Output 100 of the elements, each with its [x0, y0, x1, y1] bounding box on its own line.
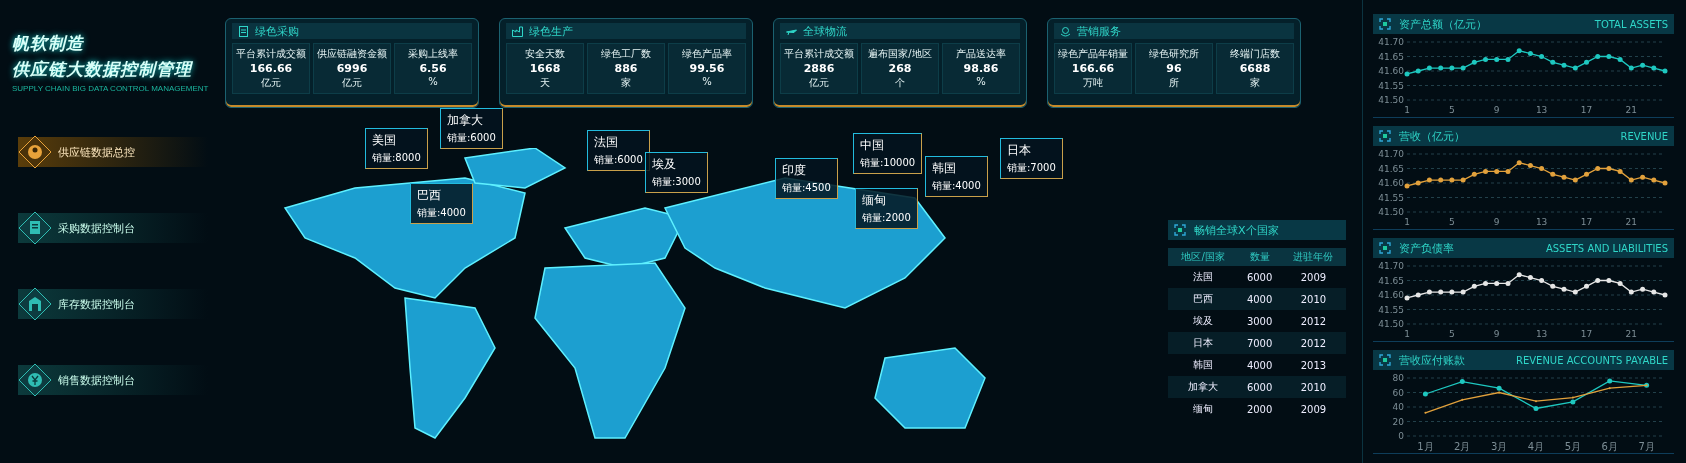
metric-value: 886 — [614, 62, 638, 75]
table-cell: 加拿大 — [1168, 376, 1239, 398]
axis-label: 6月 — [1601, 441, 1618, 452]
table-cell: 2012 — [1280, 332, 1346, 354]
axis-label: 21 — [1625, 217, 1638, 227]
axis-label: 40 — [1392, 402, 1404, 412]
metric-value: 6688 — [1239, 62, 1271, 75]
data-point — [1662, 68, 1668, 74]
axis-label: 41.55 — [1378, 192, 1404, 203]
axis-label: 1 — [1404, 217, 1410, 227]
data-point — [1539, 278, 1545, 283]
card-title: 绿色生产 — [529, 23, 573, 39]
data-point — [1516, 272, 1522, 278]
axis-label: 1 — [1404, 105, 1410, 115]
panel-subtitle: REVENUE ACCOUNTS PAYABLE — [1515, 354, 1668, 366]
data-point — [1584, 283, 1589, 289]
metric-label: 遍布国家/地区 — [868, 47, 932, 61]
data-point — [1662, 292, 1668, 298]
panel-subtitle: TOTAL ASSETS — [1594, 18, 1668, 30]
axis-label: 41.65 — [1378, 51, 1404, 62]
data-point — [1483, 168, 1488, 174]
table-cell: 缅甸 — [1168, 398, 1239, 420]
axis-label: 41.60 — [1378, 178, 1404, 188]
country-name: 埃及 — [652, 156, 677, 173]
panel-title: 资产负债率 — [1399, 240, 1454, 256]
data-point — [1617, 168, 1623, 174]
table-cell: 7000 — [1238, 332, 1281, 354]
metric-label: 采购上线率 — [408, 47, 458, 61]
data-point — [1471, 171, 1477, 177]
axis-label: 17 — [1580, 329, 1593, 339]
axis-label: 13 — [1535, 217, 1548, 227]
data-point — [1516, 160, 1522, 166]
data-point — [1424, 411, 1427, 414]
data-point — [1617, 280, 1623, 286]
axis-label: 41.70 — [1378, 149, 1404, 159]
axis-label: 5 — [1449, 217, 1455, 227]
metric-value: 1668 — [529, 62, 561, 75]
axis-label: 20 — [1392, 416, 1404, 427]
table-cell: 韩国 — [1168, 354, 1239, 376]
data-point — [1527, 163, 1533, 169]
metric-unit: % — [428, 76, 438, 87]
document-icon — [18, 211, 52, 245]
panel-title: 营收应付账款 — [1399, 352, 1465, 368]
axis-label: 7月 — [1638, 441, 1655, 452]
sales-value: 销量:10000 — [860, 156, 916, 170]
axis-label: 41.70 — [1378, 37, 1404, 47]
axis-label: 41.50 — [1378, 319, 1404, 329]
data-point — [1584, 171, 1589, 177]
metric-unit: 家 — [1250, 76, 1260, 90]
data-point — [1516, 48, 1522, 54]
axis-label: 13 — [1535, 329, 1548, 339]
data-point — [1606, 166, 1612, 171]
column-header: 数量 — [1238, 248, 1281, 266]
axis-label: 4月 — [1527, 441, 1545, 452]
axis-label: 80 — [1392, 373, 1404, 383]
data-point — [1471, 283, 1477, 289]
factory-icon — [512, 25, 523, 37]
metric-label: 平台累计成交额 — [236, 47, 306, 61]
data-point — [1460, 177, 1466, 183]
table-cell: 2009 — [1280, 398, 1346, 420]
data-point — [1505, 280, 1511, 286]
data-point — [1595, 166, 1601, 171]
data-point — [1617, 56, 1623, 62]
column-header: 地区/国家 — [1168, 248, 1239, 266]
data-point — [1607, 378, 1613, 384]
data-point — [1640, 174, 1646, 180]
data-point — [1628, 177, 1634, 183]
country-name: 印度 — [782, 162, 807, 179]
data-point — [1539, 166, 1545, 171]
axis-label: 41.65 — [1378, 275, 1404, 286]
table-cell: 埃及 — [1168, 310, 1239, 332]
data-point — [1561, 174, 1567, 180]
data-point — [1606, 278, 1612, 283]
data-point — [1572, 289, 1578, 295]
data-point — [1640, 62, 1646, 68]
table-cell: 3000 — [1238, 310, 1281, 332]
axis-label: 5 — [1449, 105, 1455, 115]
warehouse-icon — [18, 287, 52, 321]
app-title: 供应链大数据控制管理 — [12, 58, 194, 81]
data-point — [1606, 54, 1612, 59]
metric-value: 268 — [888, 62, 912, 75]
data-point — [1404, 71, 1410, 77]
metric-label: 绿色产品率 — [682, 47, 732, 61]
axis-label: 17 — [1580, 105, 1593, 115]
axis-label: 2月 — [1454, 441, 1471, 452]
axis-label: 1月 — [1417, 441, 1434, 452]
data-point — [1438, 65, 1444, 71]
country-name: 缅甸 — [862, 192, 887, 209]
data-point — [1494, 56, 1500, 62]
table-cell: 6000 — [1238, 266, 1281, 288]
frame-icon — [1379, 18, 1391, 30]
brand-title: 帆软制造 — [12, 32, 85, 55]
country-name: 巴西 — [417, 187, 442, 204]
sales-value: 销量:8000 — [372, 151, 421, 165]
data-point — [1561, 62, 1567, 68]
metric-unit: 亿元 — [261, 76, 281, 90]
metric-value: 6996 — [336, 62, 368, 75]
panel-title: 营收（亿元） — [1399, 128, 1465, 144]
metric-unit: 家 — [621, 76, 631, 90]
axis-label: 5月 — [1564, 441, 1582, 452]
